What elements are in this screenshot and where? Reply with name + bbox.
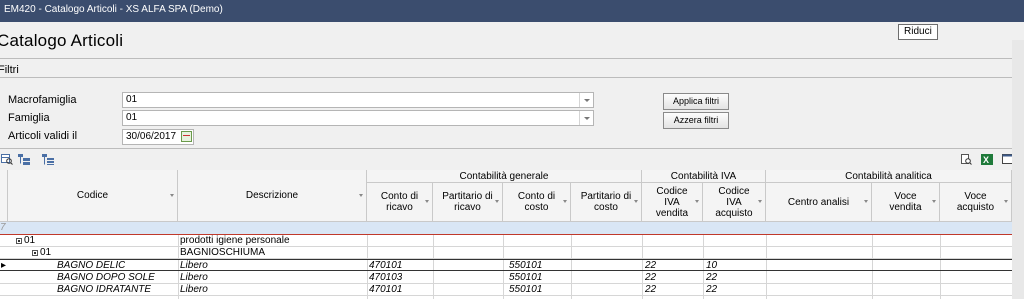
cell-iva-acquisto[interactable]: 22 [706, 272, 717, 284]
column-header-iva-acquisto[interactable]: Codice IVA acquisto [703, 183, 766, 222]
collapse-group-icon[interactable] [32, 250, 38, 256]
column-filter-icon[interactable] [932, 200, 936, 203]
filters-divider [0, 77, 1012, 78]
column-header-descrizione[interactable]: Descrizione [178, 170, 367, 222]
cell-conto-ricavo[interactable]: 470103 [369, 272, 402, 284]
svg-text:X: X [983, 155, 989, 165]
column-header-voce-vendita[interactable]: Voce vendita [872, 183, 940, 222]
group-code: 01 [24, 235, 36, 246]
famiglia-label: Famiglia [8, 112, 50, 124]
cell-codice[interactable]: BAGNO DELIC [57, 260, 125, 272]
column-filter-icon[interactable] [695, 200, 699, 203]
column-header-centro-analisi[interactable]: Centro analisi [766, 183, 872, 222]
group-header-contabilita-analitica: Contabilità analitica [766, 170, 1012, 183]
table-row[interactable]: BAGNO IDRATANTE Libero 470101 550101 22 … [0, 284, 1012, 296]
column-header-partitario-costo[interactable]: Partitario di costo [571, 183, 642, 222]
column-header-conto-costo[interactable]: Conto di costo [503, 183, 571, 222]
table-row[interactable]: ▸ BAGNO DELIC Libero 470101 550101 22 10 [0, 259, 1012, 271]
macrofamiglia-value: 01 [126, 94, 138, 105]
cell-iva-vendita[interactable]: 22 [645, 272, 656, 284]
cell-conto-costo[interactable]: 550101 [509, 272, 542, 284]
group-header-contabilita-iva: Contabilità IVA [642, 170, 766, 183]
cell-descrizione[interactable]: Libero [180, 272, 208, 284]
table-row[interactable]: BAGNO DOPO SOLE Libero 470103 550101 22 … [0, 272, 1012, 284]
print-preview-icon[interactable] [960, 154, 972, 165]
macrofamiglia-combo[interactable]: 01 [122, 92, 594, 108]
collapse-tree-icon[interactable] [42, 154, 54, 165]
validita-value: 30/06/2017 [126, 131, 177, 142]
apply-filters-button[interactable]: Applica filtri [663, 93, 729, 110]
filter-row[interactable]: 7 [0, 222, 1012, 235]
reset-filters-button[interactable]: Azzera filtri [663, 112, 729, 129]
group-row[interactable]: 01 BAGNIOSCHIUMA [0, 247, 1012, 259]
cell-descrizione[interactable]: Libero [180, 284, 208, 296]
vertical-scrollbar[interactable] [1012, 40, 1024, 299]
column-header-iva-vendita[interactable]: Codice IVA vendita [642, 183, 703, 222]
column-filter-icon[interactable] [495, 200, 499, 203]
filters-section-label[interactable]: Filtri [0, 64, 19, 76]
page-title: Catalogo Articoli [0, 31, 124, 50]
calendar-icon[interactable] [181, 131, 192, 142]
column-header-voce-acquisto[interactable]: Voce acquisto [940, 183, 1012, 222]
collapse-group-icon[interactable] [16, 238, 22, 244]
column-filter-icon[interactable] [634, 200, 638, 203]
cell-conto-costo[interactable]: 550101 [509, 260, 542, 272]
column-header-codice[interactable]: Codice [8, 170, 178, 222]
group-description: prodotti igiene personale [180, 235, 290, 246]
column-filter-icon[interactable] [864, 200, 868, 203]
group-header-contabilita-generale: Contabilità generale [367, 170, 642, 183]
chevron-down-icon[interactable] [579, 93, 593, 107]
column-filter-icon[interactable] [563, 200, 567, 203]
row-selector-header [0, 170, 8, 222]
cell-codice[interactable]: BAGNO IDRATANTE [57, 284, 151, 296]
column-filter-icon[interactable] [170, 193, 174, 197]
minimize-tooltip: Riduci [898, 24, 938, 40]
cell-descrizione[interactable]: Libero [180, 260, 208, 272]
toolbar-divider [0, 148, 1012, 149]
validita-date-field[interactable]: 30/06/2017 [122, 129, 194, 145]
title-divider [0, 58, 1012, 59]
group-row[interactable]: 01 prodotti igiene personale [0, 235, 1012, 247]
group-code: 01 [40, 247, 52, 258]
column-header-conto-ricavo[interactable]: Conto di ricavo [367, 183, 433, 222]
cell-conto-ricavo[interactable]: 470101 [369, 260, 402, 272]
cell-iva-acquisto[interactable]: 10 [706, 260, 717, 272]
cell-codice[interactable]: BAGNO DOPO SOLE [57, 272, 155, 284]
validita-label: Articoli validi il [8, 130, 78, 142]
chevron-down-icon[interactable] [579, 111, 593, 125]
cell-iva-vendita[interactable]: 22 [645, 284, 656, 296]
group-description: BAGNIOSCHIUMA [180, 247, 266, 258]
column-filter-icon[interactable] [758, 200, 762, 203]
current-row-arrow-icon: ▸ [1, 260, 7, 271]
cell-iva-acquisto[interactable]: 22 [706, 284, 717, 296]
column-filter-icon[interactable] [359, 193, 363, 197]
cell-conto-ricavo[interactable]: 470101 [369, 284, 402, 296]
window-titlebar: EM420 - Catalogo Articoli - XS ALFA SPA … [0, 0, 1024, 22]
excel-export-icon[interactable]: X [981, 154, 993, 165]
articles-grid: Codice Descrizione Contabilità generale … [0, 170, 1012, 299]
column-filter-icon[interactable] [1004, 200, 1008, 203]
famiglia-combo[interactable]: 01 [122, 110, 594, 126]
column-filter-icon[interactable] [425, 200, 429, 203]
zoom-grid-icon[interactable] [1, 154, 13, 165]
expand-tree-icon[interactable] [18, 154, 30, 165]
column-header-partitario-ricavo[interactable]: Partitario di ricavo [433, 183, 503, 222]
famiglia-value: 01 [126, 112, 138, 123]
filter-row-marker: 7 [0, 222, 6, 233]
macrofamiglia-label: Macrofamiglia [8, 94, 77, 106]
cell-iva-vendita[interactable]: 22 [645, 260, 656, 272]
cell-conto-costo[interactable]: 550101 [509, 284, 542, 296]
window-title: EM420 - Catalogo Articoli - XS ALFA SPA … [4, 4, 223, 15]
